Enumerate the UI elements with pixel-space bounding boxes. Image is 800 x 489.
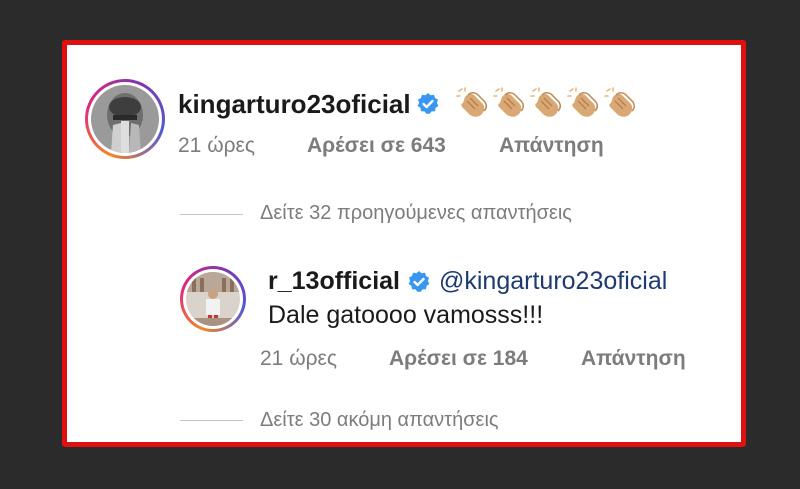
reply-username[interactable]: r_13official [268,267,400,296]
avatar-photo [91,85,159,153]
avatar-photo [186,272,240,326]
comment-reply-button[interactable]: Απάντηση [499,134,604,158]
view-replies-divider [180,214,243,215]
view-previous-replies-link[interactable]: Δείτε 32 προηγούμενες απαντήσεις [260,202,572,225]
clapping-hands-icon [456,87,488,117]
comment-likes-link[interactable]: Αρέσει σε 643 [307,134,446,158]
reply-reply-button[interactable]: Απάντηση [581,347,686,371]
reply-mention-link[interactable]: @kingarturo23oficial [439,267,667,296]
view-more-replies-link[interactable]: Δείτε 30 ακόμη απαντήσεις [260,409,499,432]
comment-username[interactable]: kingarturo23oficial [178,89,411,120]
verified-badge-icon [408,271,430,292]
avatar-r_13official[interactable] [180,266,246,332]
clapping-hands-icon [493,87,525,117]
clapping-hands-icon [567,87,599,117]
reply-text: Dale gatoooo vamosss!!! [268,301,544,329]
comment-timestamp: 21 ώρες [178,134,256,157]
reply-likes-link[interactable]: Αρέσει σε 184 [389,347,528,371]
view-more-divider [180,420,243,421]
avatar-kingarturo23oficial[interactable] [85,79,165,159]
clapping-hands-icon [530,87,562,117]
clap-emoji-row [455,87,637,119]
highlighted-comment-panel: kingarturo23oficial 21 ώρες Αρέσει σε 64… [62,40,746,447]
avatar-ring-gap [88,82,162,156]
avatar-ring-gap [183,269,243,329]
verified-badge-icon [417,93,439,114]
reply-timestamp: 21 ώρες [260,347,338,370]
clapping-hands-icon [604,87,636,117]
